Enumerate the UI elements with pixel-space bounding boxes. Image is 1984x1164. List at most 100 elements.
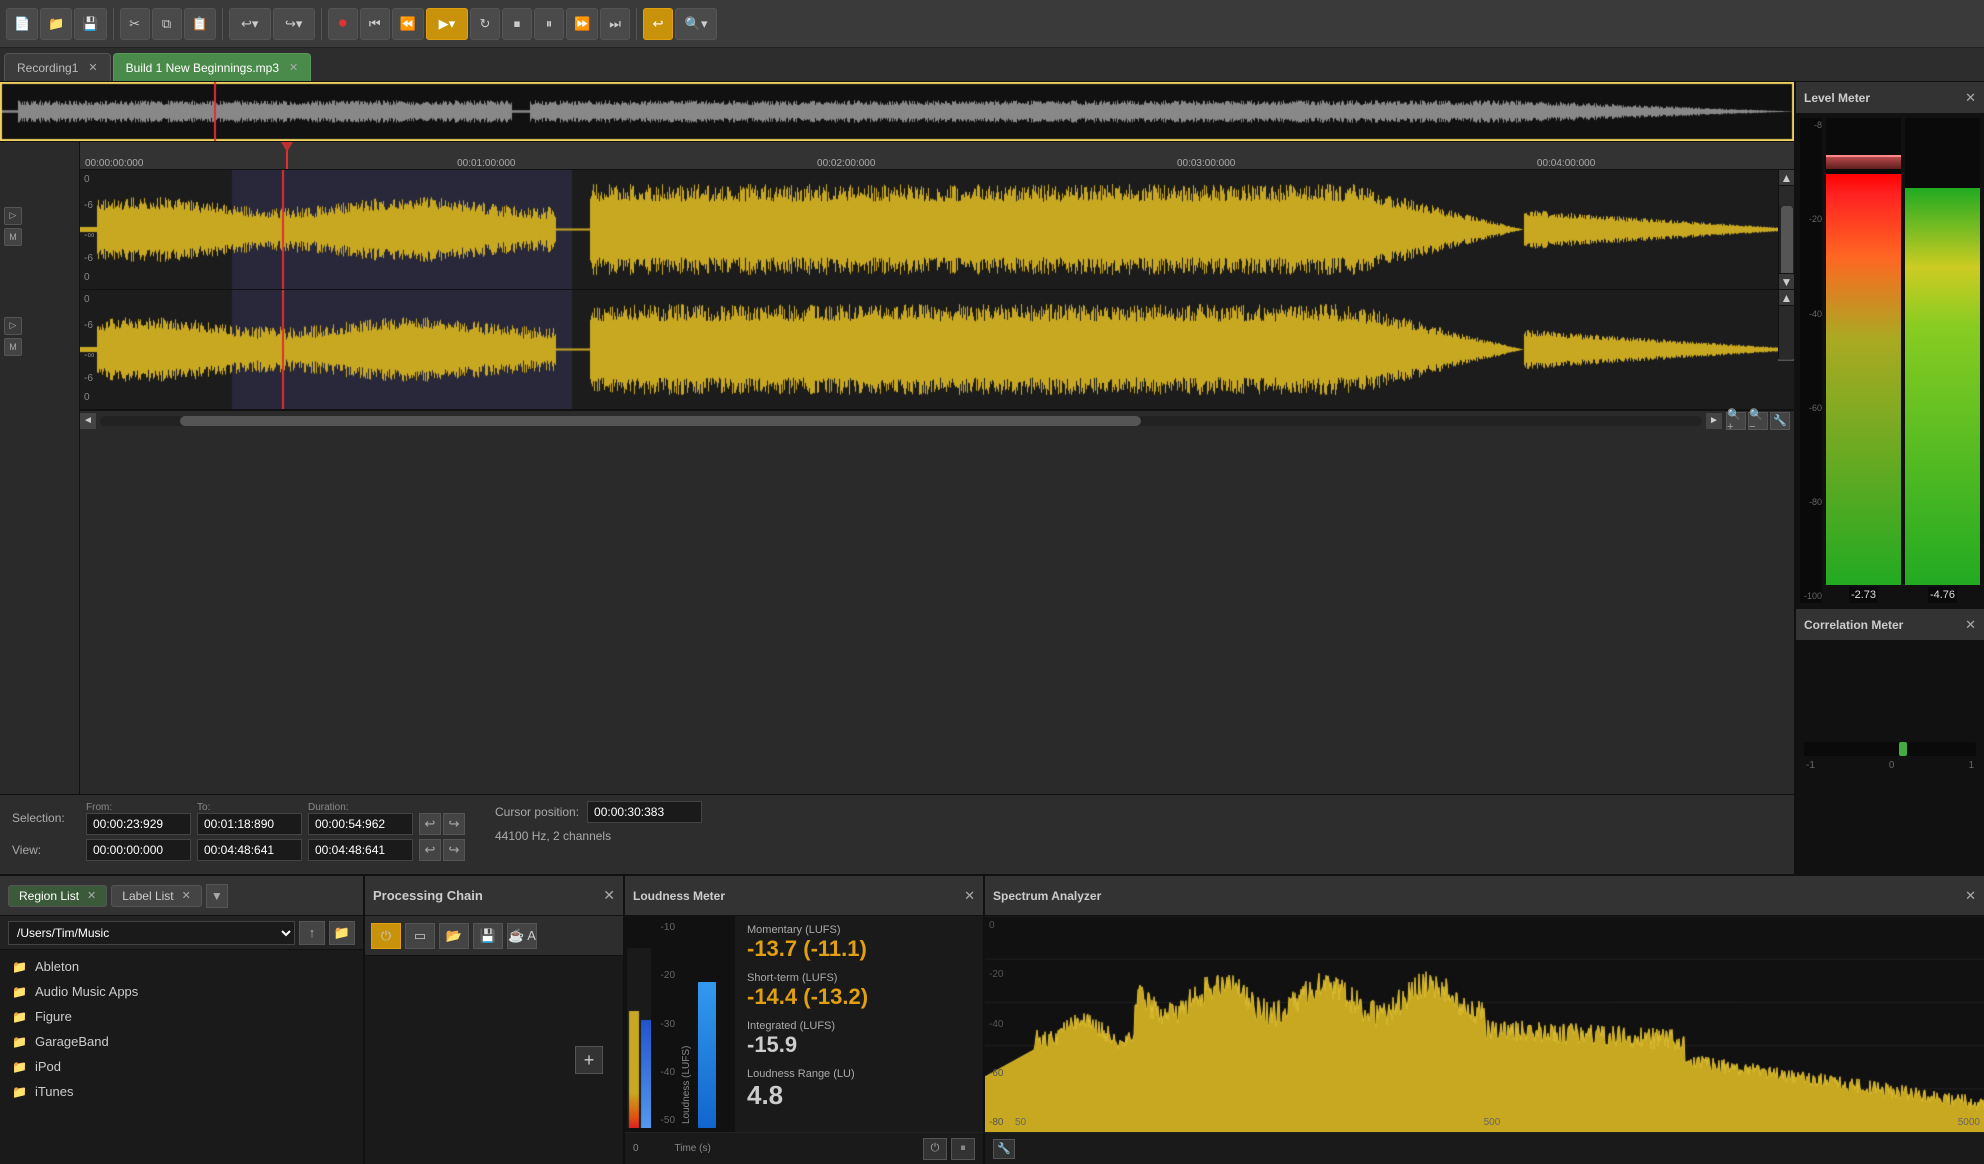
snap-button[interactable]: ↩	[643, 8, 673, 40]
view-dur-input[interactable]	[308, 839, 413, 861]
open-button[interactable]: 📁	[40, 8, 72, 40]
forward-button[interactable]: ⏩	[566, 8, 598, 40]
file-item-audiomusic[interactable]: 📁 Audio Music Apps	[0, 979, 363, 1004]
loudness-close[interactable]: ✕	[964, 888, 975, 904]
label-list-tab[interactable]: Label List ✕	[111, 885, 202, 907]
record-button[interactable]: ⏺	[328, 8, 358, 40]
undo-sel-btn[interactable]: ↩	[419, 813, 441, 835]
timeline-ruler[interactable]: 00:00:00:000 00:01:00:000 00:02:00:000 0…	[80, 142, 1794, 170]
ruler-mark-4: 00:04:00:000	[1537, 158, 1595, 169]
loudness-bottom: 0 Time (s) ⏻ ⏸	[625, 1132, 983, 1164]
track-mute-button[interactable]: M	[4, 228, 22, 246]
metric-short-value: -14.4 (-13.2)	[747, 984, 971, 1010]
new-button[interactable]: 📄	[6, 8, 38, 40]
file-item-ipod[interactable]: 📁 iPod	[0, 1054, 363, 1079]
redo-view-btn[interactable]: ↪	[443, 839, 465, 861]
path-up-btn[interactable]: ↑	[299, 921, 325, 945]
proc-open-btn[interactable]: 📂	[439, 923, 469, 949]
tab-build1[interactable]: Build 1 New Beginnings.mp3 ✕	[113, 53, 312, 81]
track-mute-button-2[interactable]: M	[4, 338, 22, 356]
duration-input[interactable]: 00:00:54:962	[308, 813, 413, 835]
tab-recording1[interactable]: Recording1 ✕	[4, 53, 111, 81]
tab-label: Recording1	[17, 61, 78, 75]
lufs-blue-fill	[698, 982, 716, 1128]
track-lane-bottom[interactable]: 0 -6 -∞ -6 0 + − ▲	[80, 290, 1794, 410]
file-item-figure[interactable]: 📁 Figure	[0, 1004, 363, 1029]
waveform-overview[interactable]	[0, 82, 1794, 142]
track-ctrl-bottom: ▷ M	[4, 286, 75, 386]
zoom-in-h[interactable]: 🔍+	[1726, 412, 1746, 430]
correlation-meter-close[interactable]: ✕	[1965, 617, 1976, 633]
view-from-input[interactable]	[86, 839, 191, 861]
proc-save-btn[interactable]: 💾	[473, 923, 503, 949]
redo-sel-btn[interactable]: ↪	[443, 813, 465, 835]
spectrum-title: Spectrum Analyzer	[993, 889, 1101, 903]
track-scrollbar-v-bot[interactable]: ▲	[1778, 290, 1794, 359]
scroll-up-bot[interactable]: ▲	[1779, 290, 1794, 306]
skip-end-button[interactable]: ⏭	[600, 8, 630, 40]
region-list-close[interactable]: ✕	[87, 889, 96, 902]
metric-integrated: Integrated (LUFS) -15.9	[747, 1020, 971, 1058]
rewind-button[interactable]: ⏪	[392, 8, 424, 40]
undo-view-btn[interactable]: ↩	[419, 839, 441, 861]
file-item-garageband[interactable]: 📁 GarageBand	[0, 1029, 363, 1054]
panel-dropdown-btn[interactable]: ▼	[206, 884, 228, 908]
path-bar: /Users/Tim/Music ↑ 📁	[0, 916, 363, 950]
skip-start-button[interactable]: ⏮	[360, 8, 390, 40]
undo-button[interactable]: ↩▾	[229, 8, 271, 40]
level-meter-close[interactable]: ✕	[1965, 90, 1976, 106]
save-button[interactable]: 💾	[74, 8, 106, 40]
loudness-title: Loudness Meter	[633, 889, 725, 903]
scroll-down-top[interactable]: ▼	[1779, 273, 1794, 289]
proc-add-button[interactable]: +	[575, 1046, 603, 1074]
from-input[interactable]: 00:00:23:929	[86, 813, 191, 835]
h-scroll-left-btn[interactable]: ◄	[80, 413, 96, 429]
proc-extra-btn[interactable]: ☕ A	[507, 923, 537, 949]
loudness-power-btn[interactable]: ⏻	[923, 1138, 947, 1160]
copy-button[interactable]: ⧉	[152, 8, 182, 40]
spectrum-close[interactable]: ✕	[1965, 888, 1976, 904]
play-button[interactable]: ▶▾	[426, 8, 468, 40]
region-list-tab[interactable]: Region List ✕	[8, 885, 107, 907]
track-arm-button-2[interactable]: ▷	[4, 317, 22, 335]
scale-0b-top: 0	[84, 272, 90, 283]
path-folder-btn[interactable]: 📁	[329, 921, 355, 945]
file-item-itunes[interactable]: 📁 iTunes	[0, 1079, 363, 1104]
zoom-out-h[interactable]: 🔍−	[1748, 412, 1768, 430]
region-list-label: Region List	[19, 889, 79, 903]
spectrum-tool-btn[interactable]: 🔧	[993, 1139, 1015, 1159]
proc-power-btn[interactable]: ⏻	[371, 923, 401, 949]
proc-close[interactable]: ✕	[603, 887, 615, 904]
track-arm-button[interactable]: ▷	[4, 207, 22, 225]
h-scroll-track[interactable]	[100, 416, 1702, 426]
file-item-ableton[interactable]: 📁 Ableton	[0, 954, 363, 979]
cut-button[interactable]: ✂	[120, 8, 150, 40]
spec-x-50: 50	[1015, 1117, 1026, 1128]
file-list[interactable]: 📁 Ableton 📁 Audio Music Apps 📁 Figure 📁 …	[0, 950, 363, 1164]
timeline-and-tracks: 00:00:00:000 00:01:00:000 00:02:00:000 0…	[80, 142, 1794, 794]
zoom-tool[interactable]: 🔧	[1770, 412, 1790, 430]
to-input[interactable]: 00:01:18:890	[197, 813, 302, 835]
proc-new-btn[interactable]: ▭	[405, 923, 435, 949]
pause-button[interactable]: ⏸	[534, 8, 564, 40]
track-lane-top[interactable]: 0 -6 -∞ -6 0 ▲ ▼	[80, 170, 1794, 290]
cursor-input[interactable]	[587, 801, 702, 823]
h-scroll-right-btn[interactable]: ►	[1706, 413, 1722, 429]
tab-close-build1[interactable]: ✕	[289, 61, 298, 74]
tab-close-recording1[interactable]: ✕	[88, 61, 97, 74]
loudness-vert-label: Loudness (LUFS)	[677, 920, 696, 1128]
proc-toolbar: ⏻ ▭ 📂 💾 ☕ A	[365, 916, 623, 956]
loudness-header: Loudness Meter ✕	[625, 876, 983, 916]
scroll-up-top[interactable]: ▲	[1779, 170, 1794, 186]
label-list-close[interactable]: ✕	[182, 889, 191, 902]
loop-button[interactable]: ↻	[470, 8, 500, 40]
path-select[interactable]: /Users/Tim/Music	[8, 921, 295, 945]
h-scroll-thumb[interactable]	[180, 416, 1141, 426]
stop-button[interactable]: ⏹	[502, 8, 532, 40]
paste-button[interactable]: 📋	[184, 8, 216, 40]
zoom-button[interactable]: 🔍▾	[675, 8, 717, 40]
track-scrollbar-v-top[interactable]: ▲ ▼	[1778, 170, 1794, 289]
view-to-input[interactable]	[197, 839, 302, 861]
redo-button[interactable]: ↪▾	[273, 8, 315, 40]
loudness-pause-btn[interactable]: ⏸	[951, 1138, 975, 1160]
